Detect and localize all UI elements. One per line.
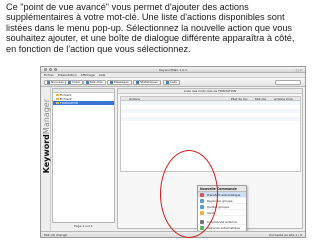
instruction-line: Ce "point de vue avancé" vous permet d'a… bbox=[6, 2, 249, 12]
app-logo: KeywordManager bbox=[42, 99, 51, 173]
create-button[interactable]: Créer bbox=[65, 80, 84, 85]
status-right: Connecté au site 1 / 0 bbox=[268, 233, 302, 237]
lists-button[interactable]: Lists bbox=[163, 80, 180, 85]
column-header[interactable]: Etat de mo bbox=[231, 97, 248, 101]
lists-icon bbox=[166, 81, 169, 84]
menu-help[interactable]: Aide bbox=[99, 73, 106, 77]
panel-title: Liste des mots clés de FORMATION bbox=[118, 89, 302, 94]
menu-presentation[interactable]: Présentation bbox=[58, 73, 77, 77]
status-left: Mot clé changé bbox=[44, 233, 67, 237]
keywords-button[interactable]: Mot-clés bbox=[83, 80, 106, 85]
keywords-label: Mot-clés bbox=[90, 80, 103, 84]
folder-icon bbox=[56, 97, 59, 101]
keyword-tree: Fichier1 Fichier2 FORMATION bbox=[52, 88, 115, 223]
actions-table: Actions Etat de mo Mot-clé Actions Com bbox=[120, 96, 301, 172]
window-controls[interactable]: - □ × bbox=[294, 68, 302, 72]
lists-label: Lists bbox=[170, 80, 177, 84]
pager[interactable]: Page 1 sur 1 bbox=[52, 224, 115, 229]
folder-icon bbox=[56, 101, 59, 105]
new-button[interactable]: Nouveau bbox=[44, 80, 68, 85]
window-title: KeywordMan 1.0.3 bbox=[159, 68, 187, 72]
messages-button[interactable]: Messages bbox=[107, 80, 132, 85]
search-input[interactable] bbox=[275, 80, 301, 85]
table-header: Actions Etat de mo Mot-clé Actions Com bbox=[121, 97, 300, 101]
instruction-line: listées dans le menu pop-up. Sélectionne… bbox=[6, 22, 293, 33]
column-header[interactable]: Actions Com bbox=[274, 97, 293, 101]
table-row[interactable] bbox=[121, 121, 300, 125]
instruction-line: souhaitez ajouter, et une boîte de dialo… bbox=[6, 33, 295, 44]
status-bar: Mot clé changé Connecté au site 1 / 0 bbox=[41, 231, 305, 237]
logo-light: Manager bbox=[42, 99, 51, 135]
folder-icon bbox=[56, 93, 59, 97]
create-icon bbox=[68, 81, 71, 84]
messages-icon bbox=[110, 81, 113, 84]
statistics-label: Statistiques bbox=[140, 80, 158, 84]
menu-display[interactable]: Affichage bbox=[81, 73, 95, 77]
highlight-circle bbox=[160, 150, 218, 238]
menu-file[interactable]: Fichier bbox=[44, 73, 54, 77]
statistics-button[interactable]: Statistiques bbox=[133, 80, 161, 85]
statistics-icon bbox=[136, 81, 139, 84]
instruction-line: supplémentaires à votre mot-clé. Une lis… bbox=[6, 12, 285, 23]
toolbar: Nouveau Créer Mot-clés Messages Statisti… bbox=[41, 78, 305, 87]
instruction-line: en fonction de l'action que vous sélecti… bbox=[6, 43, 191, 54]
logo-bold: Keyword bbox=[42, 134, 51, 174]
brand-sidebar: KeywordManager bbox=[41, 87, 51, 232]
column-header[interactable]: Mot-clé bbox=[255, 97, 266, 101]
new-icon bbox=[47, 81, 50, 84]
instruction-text: Ce "point de vue avancé" vous permet d'a… bbox=[6, 2, 310, 54]
table-body bbox=[121, 101, 300, 125]
new-label: Nouveau bbox=[51, 80, 65, 84]
menu-item-label: Réponse automatique bbox=[207, 226, 240, 230]
messages-label: Messages bbox=[114, 80, 129, 84]
tree-item-selected[interactable]: FORMATION bbox=[53, 101, 114, 105]
column-header[interactable]: Actions bbox=[129, 97, 140, 101]
keywords-icon bbox=[86, 81, 89, 84]
tree-item-label: FORMATION bbox=[60, 101, 78, 105]
create-label: Créer bbox=[72, 80, 81, 84]
